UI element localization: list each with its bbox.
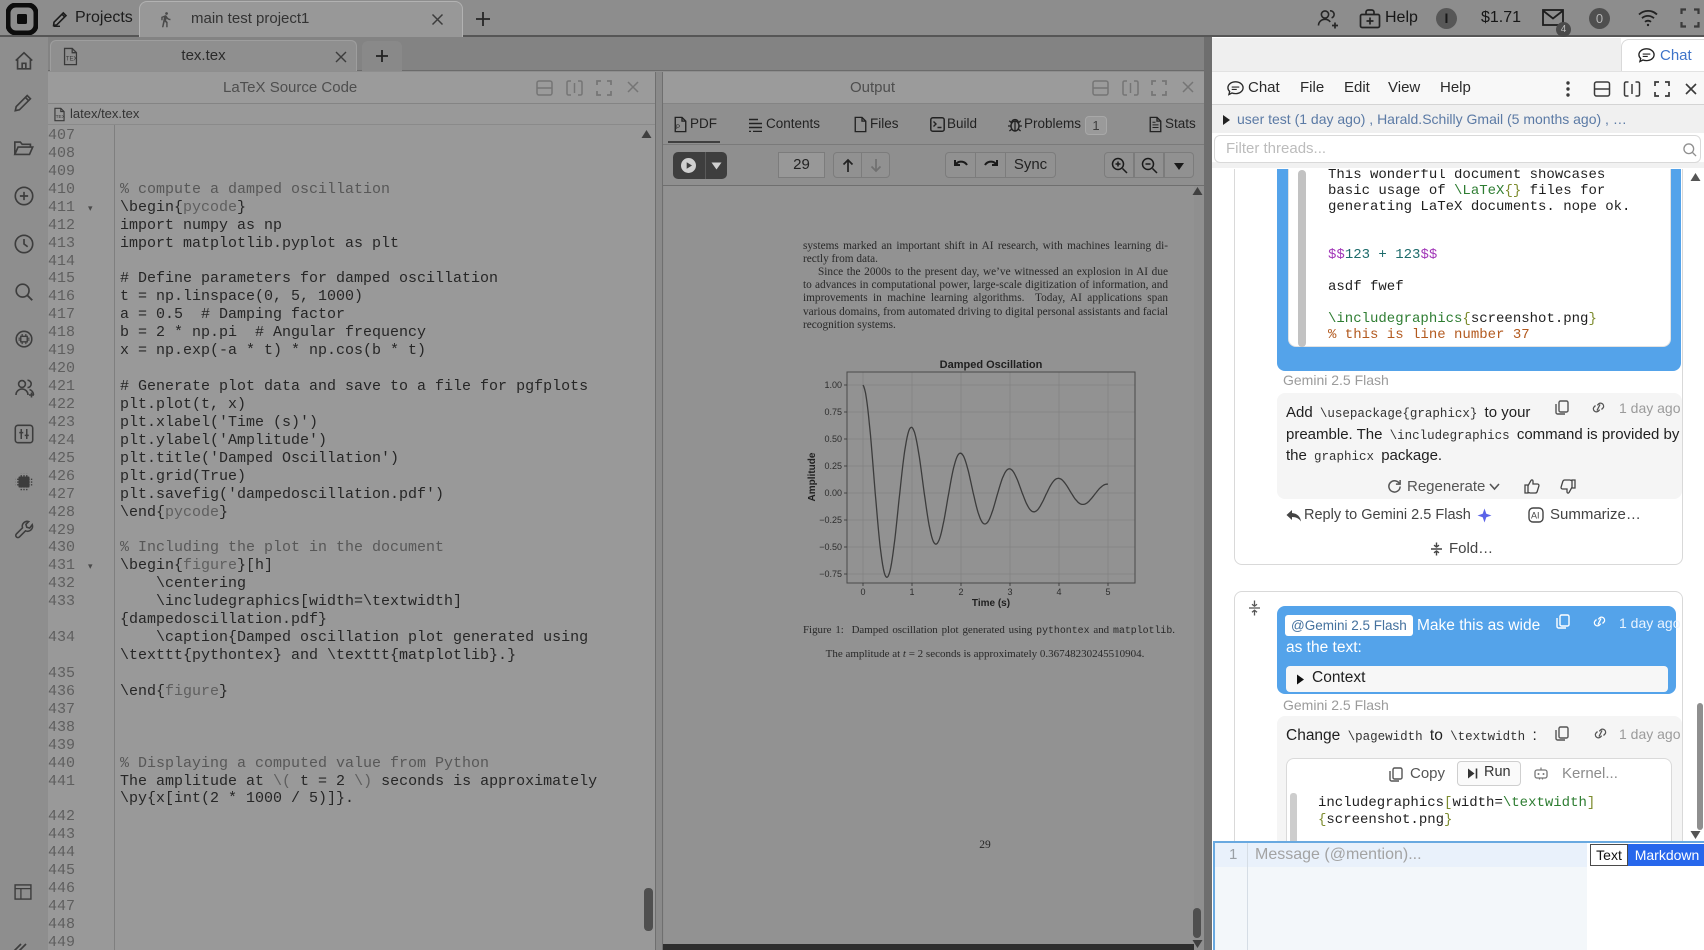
svg-text:0.25: 0.25 <box>824 461 842 471</box>
svg-text:0.75: 0.75 <box>824 407 842 417</box>
svg-text:1: 1 <box>909 587 914 597</box>
svg-text:−0.75: −0.75 <box>819 569 842 579</box>
svg-text:5: 5 <box>1105 587 1110 597</box>
svg-text:3: 3 <box>1007 587 1012 597</box>
svg-text:2: 2 <box>958 587 963 597</box>
svg-text:0.00: 0.00 <box>824 488 842 498</box>
svg-text:4: 4 <box>1056 587 1061 597</box>
svg-text:−0.25: −0.25 <box>819 515 842 525</box>
svg-text:TEX: TEX <box>56 114 66 120</box>
svg-text:Amplitude: Amplitude <box>807 452 818 501</box>
svg-text:1.00: 1.00 <box>824 380 842 390</box>
svg-text:Damped Oscillation: Damped Oscillation <box>940 359 1043 371</box>
svg-text:0: 0 <box>860 587 865 597</box>
svg-text:0.50: 0.50 <box>824 434 842 444</box>
svg-text:−0.50: −0.50 <box>819 542 842 552</box>
svg-text:P: P <box>676 125 680 131</box>
svg-text:Time (s): Time (s) <box>972 598 1010 609</box>
svg-text:AI: AI <box>1531 511 1540 521</box>
